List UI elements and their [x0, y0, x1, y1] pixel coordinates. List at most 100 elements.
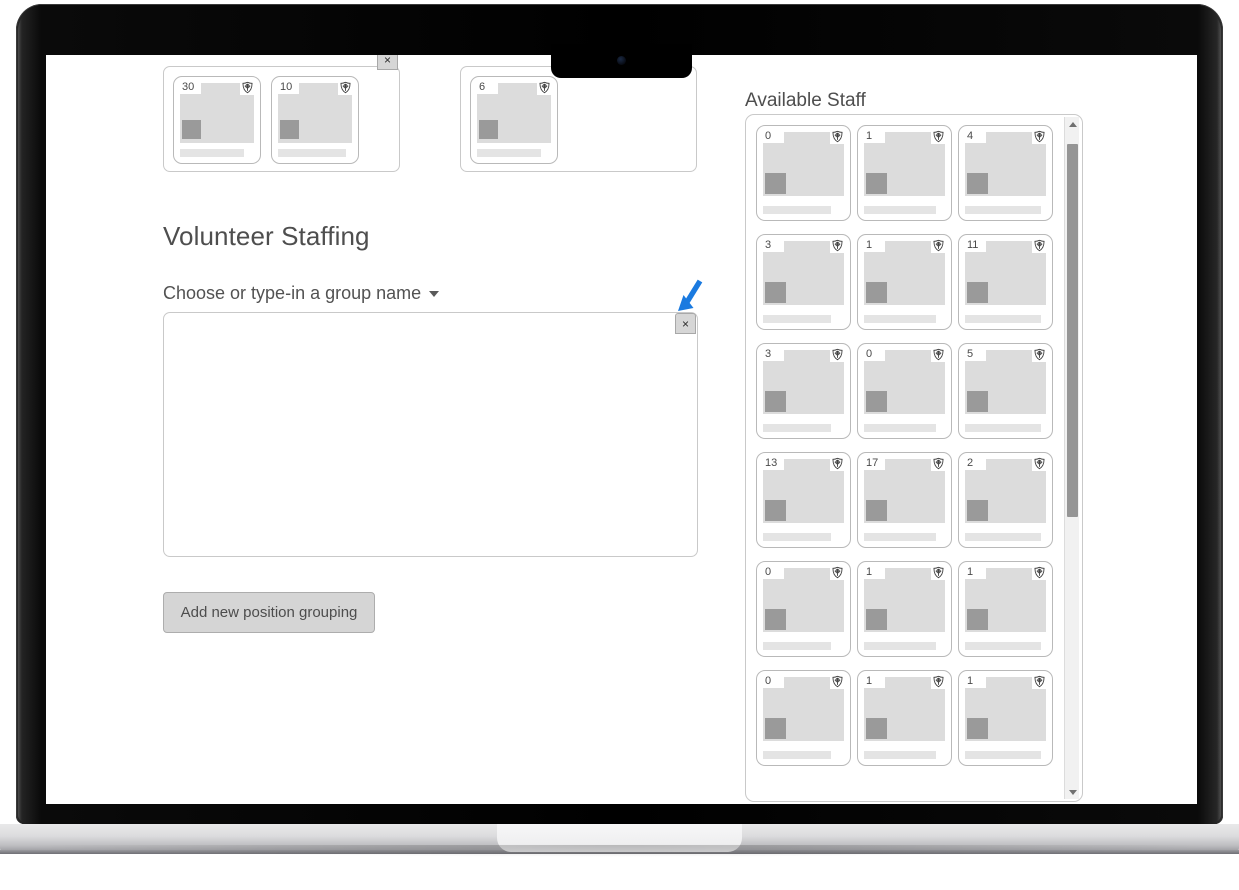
staff-card[interactable]: 1 [857, 561, 952, 657]
position-grouping-2-cards: 6 [470, 76, 558, 164]
triangle-down-icon [1068, 789, 1077, 795]
staff-card-name-bar [180, 149, 244, 157]
shield-badge-icon [1032, 347, 1047, 362]
available-staff-title: Available Staff [745, 90, 866, 111]
staff-card-number: 0 [864, 348, 885, 361]
staff-card-name-bar [763, 642, 831, 650]
page-title: Volunteer Staffing [163, 221, 370, 251]
staff-card-name-bar [864, 751, 936, 759]
staff-card[interactable]: 0 [756, 561, 851, 657]
staff-card-number: 6 [477, 81, 498, 94]
shield-badge-icon [1032, 565, 1047, 580]
staff-card[interactable]: 17 [857, 452, 952, 548]
staff-card-swatch [479, 120, 498, 139]
staff-card[interactable]: 10 [271, 76, 359, 164]
shield-badge-icon [537, 80, 552, 95]
position-grouping-1-close-button[interactable]: × [377, 55, 398, 70]
staff-card[interactable]: 5 [958, 343, 1053, 439]
staff-card-swatch [765, 718, 786, 739]
staff-card-swatch [866, 609, 887, 630]
staff-card-swatch [866, 718, 887, 739]
shield-badge-icon [830, 565, 845, 580]
staff-card-swatch [967, 173, 988, 194]
group-name-select[interactable]: Choose or type-in a group name [163, 283, 440, 304]
staff-card[interactable]: 0 [857, 343, 952, 439]
staff-card-name-bar [763, 206, 831, 214]
staff-card[interactable]: 1 [857, 234, 952, 330]
staff-card-name-bar [278, 149, 346, 157]
staff-card-number: 2 [965, 457, 986, 470]
staff-card-swatch [967, 391, 988, 412]
staff-card-name-bar [763, 315, 831, 323]
staff-card-name-bar [763, 751, 831, 759]
staff-card-number: 5 [965, 348, 986, 361]
scroll-down-button[interactable] [1065, 785, 1080, 799]
add-new-position-grouping-button[interactable]: Add new position grouping [163, 592, 375, 633]
staff-card[interactable]: 0 [756, 125, 851, 221]
staff-card-name-bar [763, 533, 831, 541]
staff-card-number: 1 [864, 675, 885, 688]
available-staff-scrollbar[interactable] [1064, 117, 1079, 799]
staff-card-swatch [967, 718, 988, 739]
shield-badge-icon [1032, 129, 1047, 144]
laptop-frame: 30 10 × 6 Volunteer Staffing Choose or ty… [0, 0, 1239, 890]
staff-card[interactable]: 11 [958, 234, 1053, 330]
staff-card-number: 1 [864, 566, 885, 579]
staff-card-name-bar [965, 424, 1041, 432]
staff-card-swatch [967, 282, 988, 303]
shield-badge-icon [830, 456, 845, 471]
staff-card-swatch [280, 120, 299, 139]
available-staff-grid: 0 1 4 3 1 11 3 0 5 13 17 2 0 1 1 0 1 1 [756, 125, 1054, 766]
staff-card-number: 1 [864, 130, 885, 143]
shield-badge-icon [931, 674, 946, 689]
shield-badge-icon [931, 456, 946, 471]
drop-area-close-button[interactable]: × [675, 313, 696, 334]
staff-card[interactable]: 13 [756, 452, 851, 548]
position-grouping-1[interactable]: 30 10 [163, 66, 400, 172]
staff-card-number: 1 [965, 566, 986, 579]
staff-card[interactable]: 3 [756, 234, 851, 330]
staff-card-swatch [765, 391, 786, 412]
staff-card[interactable]: 0 [756, 670, 851, 766]
staff-card-swatch [765, 609, 786, 630]
available-staff-panel[interactable]: 0 1 4 3 1 11 3 0 5 13 17 2 0 1 1 0 1 1 [745, 114, 1083, 802]
staff-card-name-bar [864, 424, 936, 432]
staff-card-number: 0 [763, 566, 784, 579]
staff-card[interactable]: 1 [958, 561, 1053, 657]
staff-card-name-bar [965, 642, 1041, 650]
staff-card[interactable]: 3 [756, 343, 851, 439]
staff-card[interactable]: 30 [173, 76, 261, 164]
staff-card-swatch [765, 282, 786, 303]
shield-badge-icon [1032, 674, 1047, 689]
staff-card-number: 0 [763, 130, 784, 143]
arrow-down-left-icon [678, 279, 703, 311]
staff-card-name-bar [864, 315, 936, 323]
laptop-shadow [20, 845, 1219, 857]
staff-card-name-bar [763, 424, 831, 432]
staff-card-number: 11 [965, 239, 986, 252]
position-grouping-1-cards: 30 10 [173, 76, 359, 164]
shield-badge-icon [931, 238, 946, 253]
staff-card-swatch [967, 609, 988, 630]
shield-badge-icon [830, 347, 845, 362]
shield-badge-icon [338, 80, 353, 95]
position-grouping-drop-area[interactable] [163, 312, 698, 557]
scrollbar-thumb[interactable] [1067, 144, 1078, 517]
staff-card-number: 0 [763, 675, 784, 688]
staff-card[interactable]: 1 [857, 125, 952, 221]
staff-card[interactable]: 4 [958, 125, 1053, 221]
staff-card-number: 10 [278, 81, 299, 94]
staff-card-swatch [866, 500, 887, 521]
camera-icon [617, 56, 626, 65]
scroll-up-button[interactable] [1065, 117, 1080, 131]
staff-card[interactable]: 1 [958, 670, 1053, 766]
staff-card-name-bar [965, 206, 1041, 214]
staff-card[interactable]: 2 [958, 452, 1053, 548]
staff-card-number: 13 [763, 457, 784, 470]
position-grouping-2[interactable]: 6 [460, 66, 697, 172]
staff-card[interactable]: 1 [857, 670, 952, 766]
shield-badge-icon [240, 80, 255, 95]
staff-card-number: 30 [180, 81, 201, 94]
staff-card-number: 3 [763, 239, 784, 252]
staff-card[interactable]: 6 [470, 76, 558, 164]
